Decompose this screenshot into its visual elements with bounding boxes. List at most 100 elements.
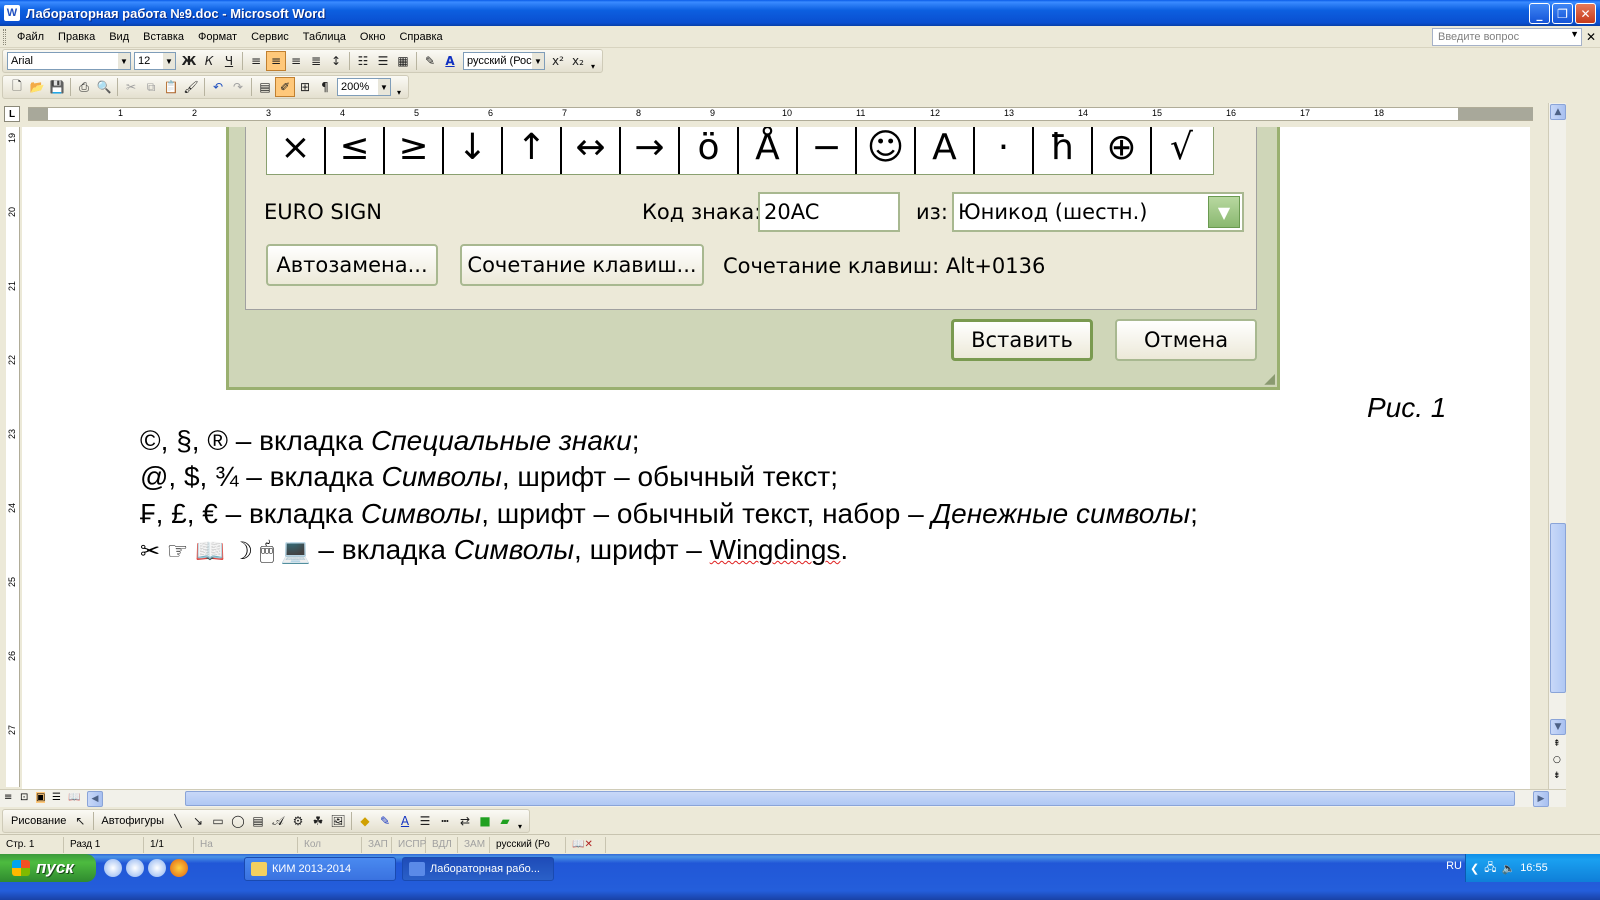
scroll-right-icon[interactable]: ▶ <box>1533 791 1549 807</box>
status-overtype[interactable]: ЗАМ <box>458 836 490 853</box>
firefox-icon[interactable] <box>170 859 188 877</box>
new-document-icon[interactable]: 🗋 <box>7 77 27 97</box>
horizontal-scrollbar[interactable]: ≡ ⊡ ▣ ☰ 📖 ◀ ▶ <box>0 789 1566 807</box>
vertical-ruler[interactable]: 19 20 21 22 23 24 25 26 27 <box>6 127 20 787</box>
bold-button[interactable]: Ж <box>179 51 199 71</box>
arrow-style-icon[interactable]: ⇄ <box>455 811 475 831</box>
chevron-down-icon[interactable]: ▼ <box>532 53 544 69</box>
rectangle-icon[interactable]: ▭ <box>208 811 228 831</box>
document-map-icon[interactable]: ⊞ <box>295 77 315 97</box>
language-indicator[interactable]: RU <box>1446 860 1462 872</box>
menu-edit[interactable]: Правка <box>51 29 102 45</box>
bullets-icon[interactable]: ☰ <box>373 51 393 71</box>
dash-style-icon[interactable]: ┅ <box>435 811 455 831</box>
line-spacing-icon[interactable]: ↕ <box>326 51 346 71</box>
arrow-icon[interactable]: ↘ <box>188 811 208 831</box>
align-center-icon[interactable]: ≡ <box>266 51 286 71</box>
italic-button[interactable]: К <box>199 51 219 71</box>
select-objects-icon[interactable]: ↖ <box>70 811 90 831</box>
help-search-input[interactable]: Введите вопрос ▼ <box>1432 28 1582 46</box>
document-page[interactable]: × ≤ ≥ ↓ ↑ ↔ → ö Å − ☺ A · ħ ⊕ √ EURO SIG… <box>22 127 1530 789</box>
volume-icon[interactable]: 🔈 <box>1501 862 1515 875</box>
quick-launch-icon[interactable] <box>126 859 144 877</box>
next-page-icon[interactable]: ⇟ <box>1553 771 1561 781</box>
taskbar-item-folder[interactable]: КИМ 2013-2014 <box>244 857 396 881</box>
scroll-left-icon[interactable]: ◀ <box>87 791 103 807</box>
wordart-icon[interactable]: 𝒜 <box>268 811 288 831</box>
pilcrow-icon[interactable]: ¶ <box>315 77 335 97</box>
chevron-down-icon[interactable]: ▼ <box>1570 29 1579 39</box>
menu-table[interactable]: Таблица <box>296 29 353 45</box>
copy-icon[interactable]: ⧉ <box>141 77 161 97</box>
print-layout-icon[interactable]: ▣ <box>36 792 46 803</box>
ruler-strip[interactable]: 1 2 3 4 5 6 7 8 9 10 11 12 13 14 15 16 1… <box>28 107 1533 121</box>
vertical-scroll-thumb[interactable] <box>1550 523 1566 693</box>
taskbar-item-word[interactable]: Лабораторная рабо... <box>402 857 554 881</box>
menu-view[interactable]: Вид <box>102 29 136 45</box>
menu-window[interactable]: Окно <box>353 29 393 45</box>
minimize-button[interactable]: _ <box>1529 3 1550 24</box>
media-player-icon[interactable] <box>148 859 166 877</box>
horizontal-scroll-thumb[interactable] <box>185 791 1515 806</box>
close-button[interactable]: ✕ <box>1575 3 1596 24</box>
network-icon[interactable]: 🖧 <box>1484 859 1496 878</box>
table-icon[interactable]: ▤ <box>255 77 275 97</box>
align-left-icon[interactable]: ≡ <box>246 51 266 71</box>
borders-icon[interactable]: ▦ <box>393 51 413 71</box>
redo-icon[interactable]: ↷ <box>228 77 248 97</box>
clipart-icon[interactable]: ☘ <box>308 811 328 831</box>
normal-view-icon[interactable]: ≡ <box>4 792 12 803</box>
menu-insert[interactable]: Вставка <box>136 29 191 45</box>
toolbar-grip[interactable] <box>3 28 6 45</box>
autoshapes-menu[interactable]: Автофигуры <box>97 815 168 827</box>
line-color-icon[interactable]: ✎ <box>375 811 395 831</box>
toolbar-options-icon[interactable]: ▾ <box>588 51 598 71</box>
vertical-scrollbar[interactable]: ▲ ▼ ⇞ ○ ⇟ <box>1548 103 1566 789</box>
drawing-menu[interactable]: Рисование <box>7 815 70 827</box>
subscript-icon[interactable]: x₂ <box>568 51 588 71</box>
chevron-down-icon[interactable]: ▼ <box>118 53 130 69</box>
zoom-select[interactable]: 200% ▼ <box>337 78 391 96</box>
font-color-icon[interactable]: A <box>440 51 460 71</box>
font-color-icon[interactable]: A <box>395 811 415 831</box>
ie-icon[interactable] <box>104 859 122 877</box>
outline-view-icon[interactable]: ☰ <box>52 792 61 803</box>
menu-file[interactable]: Файл <box>10 29 51 45</box>
align-right-icon[interactable]: ≡ <box>286 51 306 71</box>
shadow-icon[interactable]: ■ <box>475 811 495 831</box>
print-preview-icon[interactable]: 🔍 <box>94 77 114 97</box>
previous-page-icon[interactable]: ⇞ <box>1553 739 1561 749</box>
underline-button[interactable]: Ч <box>219 51 239 71</box>
superscript-icon[interactable]: x² <box>548 51 568 71</box>
web-view-icon[interactable]: ⊡ <box>20 792 28 803</box>
toolbar-options-icon[interactable]: ▾ <box>515 811 525 831</box>
tray-expand-icon[interactable]: ❮ <box>1470 862 1479 875</box>
menu-tools[interactable]: Сервис <box>244 29 296 45</box>
menu-format[interactable]: Формат <box>191 29 244 45</box>
highlight-icon[interactable]: ✎ <box>420 51 440 71</box>
cut-icon[interactable]: ✂ <box>121 77 141 97</box>
scroll-down-icon[interactable]: ▼ <box>1550 719 1566 735</box>
drawing-icon[interactable]: ✐ <box>275 77 295 97</box>
spelling-error-word[interactable]: Wingdings <box>710 534 841 565</box>
print-icon[interactable]: ⎙ <box>74 77 94 97</box>
numbering-icon[interactable]: ☷ <box>353 51 373 71</box>
chevron-down-icon[interactable]: ▼ <box>378 79 390 95</box>
word-app-icon[interactable]: W <box>4 5 20 21</box>
font-size-select[interactable]: 12 ▼ <box>134 52 176 70</box>
clock[interactable]: 16:55 <box>1520 862 1548 874</box>
diagram-icon[interactable]: ⚙ <box>288 811 308 831</box>
language-select[interactable]: русский (Росс ▼ <box>463 52 545 70</box>
status-extend[interactable]: ВДЛ <box>426 836 458 853</box>
menu-help[interactable]: Справка <box>392 29 449 45</box>
text-box-icon[interactable]: ▤ <box>248 811 268 831</box>
format-painter-icon[interactable]: 🖌 <box>181 77 201 97</box>
toolbar-options-icon[interactable]: ▾ <box>394 77 404 97</box>
undo-icon[interactable]: ↶ <box>208 77 228 97</box>
document-close-icon[interactable]: ✕ <box>1586 30 1596 44</box>
line-style-icon[interactable]: ☰ <box>415 811 435 831</box>
reading-view-icon[interactable]: 📖 <box>68 792 80 803</box>
symbol-dialog-image[interactable]: × ≤ ≥ ↓ ↑ ↔ → ö Å − ☺ A · ħ ⊕ √ EURO SIG… <box>226 127 1280 390</box>
3d-icon[interactable]: ▰ <box>495 811 515 831</box>
font-name-select[interactable]: Arial ▼ <box>7 52 131 70</box>
